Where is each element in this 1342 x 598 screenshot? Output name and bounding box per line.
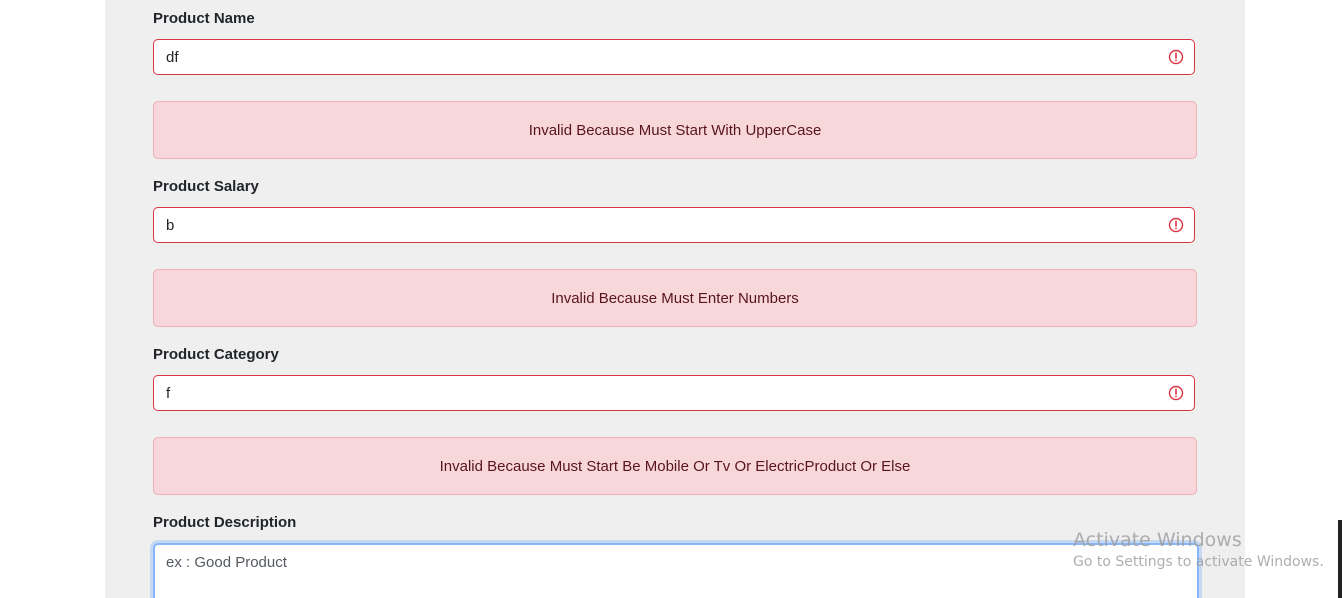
activate-windows-title: Activate Windows xyxy=(1073,529,1242,551)
activate-windows-subtitle: Go to Settings to activate Windows. xyxy=(1073,554,1324,570)
window-edge xyxy=(1338,520,1342,598)
page: Product Name df Invalid Because Must Sta… xyxy=(0,0,1342,598)
product-name-input[interactable]: df xyxy=(153,39,1195,75)
product-salary-input[interactable]: b xyxy=(153,207,1195,243)
product-name-value: df xyxy=(166,49,179,66)
product-name-label: Product Name xyxy=(153,10,255,27)
product-category-input[interactable]: f xyxy=(153,375,1195,411)
exclamation-circle-icon xyxy=(1168,385,1184,401)
exclamation-circle-icon xyxy=(1168,49,1184,65)
product-salary-error-alert: Invalid Because Must Enter Numbers xyxy=(153,269,1197,327)
product-description-label: Product Description xyxy=(153,514,297,531)
product-salary-label: Product Salary xyxy=(153,178,259,195)
product-description-textarea[interactable]: ex : Good Product xyxy=(153,543,1199,598)
product-name-error-alert: Invalid Because Must Start With UpperCas… xyxy=(153,101,1197,159)
product-salary-value: b xyxy=(166,217,175,234)
product-description-placeholder: ex : Good Product xyxy=(166,554,287,571)
product-category-value: f xyxy=(166,385,171,402)
product-category-error-alert: Invalid Because Must Start Be Mobile Or … xyxy=(153,437,1197,495)
exclamation-circle-icon xyxy=(1168,217,1184,233)
product-category-label: Product Category xyxy=(153,346,279,363)
